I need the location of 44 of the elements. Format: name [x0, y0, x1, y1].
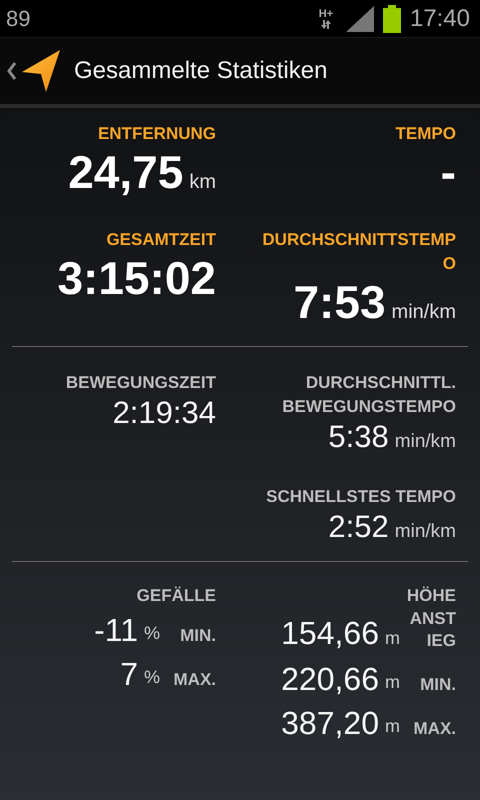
back-chevron-icon[interactable] — [6, 61, 18, 81]
range-label: MAX. — [172, 669, 216, 691]
status-number: 89 — [6, 6, 30, 32]
stat-value: 2:52 — [328, 509, 389, 545]
stat-label: GEFÄLLE — [136, 585, 216, 607]
stat-value: 5:38 — [328, 419, 389, 455]
unit-label: km — [189, 171, 216, 194]
stat-label: DURCHSCHNITTSTEMPO — [261, 229, 456, 275]
stat-value: - — [440, 146, 456, 198]
stat-label: BEWEGUNGSZEIT — [66, 372, 216, 394]
unit-label: % — [144, 667, 160, 688]
range-label: MIN. — [179, 625, 216, 647]
signal-icon — [346, 6, 374, 32]
stat-value: 387,20 — [281, 704, 379, 743]
network-type: H+ — [318, 8, 334, 20]
range-label: MIN. — [419, 674, 456, 696]
stat-value: 154,66 — [281, 614, 379, 652]
unit-label: min/km — [392, 301, 456, 324]
battery-icon — [382, 4, 401, 32]
data-arrows-icon — [320, 20, 332, 28]
stat-value: 7:53 — [293, 276, 386, 328]
unit-label: m — [385, 628, 400, 649]
unit-label: % — [144, 623, 160, 644]
stat-label: HÖHE — [406, 585, 456, 607]
unit-label: min/km — [394, 521, 456, 543]
range-label: MAX. — [412, 718, 456, 740]
unit-label: min/km — [394, 431, 456, 453]
stat-label: ENTFERNUNG — [98, 123, 216, 145]
clock: 17:40 — [410, 4, 470, 32]
stat-label: GESAMTZEIT — [106, 229, 216, 251]
navigation-arrow-icon — [22, 50, 62, 92]
stat-label: DURCHSCHNITTL. BEWEGUNGSTEMPO — [281, 372, 456, 418]
stat-label: SCHNELLSTES TEMPO — [266, 486, 456, 508]
stat-value: 7 — [120, 655, 138, 694]
stat-value: 220,66 — [281, 660, 379, 699]
stat-value: -11 — [94, 611, 138, 650]
stat-value: 24,75 — [68, 146, 184, 198]
unit-label: m — [385, 672, 400, 693]
unit-label: m — [385, 716, 400, 737]
stat-value: 3:15:02 — [57, 252, 216, 304]
stat-value: 2:19:34 — [112, 395, 216, 431]
screen-title: Gesammelte Statistiken — [74, 57, 328, 85]
range-label: ANSTIEG — [408, 608, 456, 652]
stat-label: TEMPO — [396, 123, 456, 145]
